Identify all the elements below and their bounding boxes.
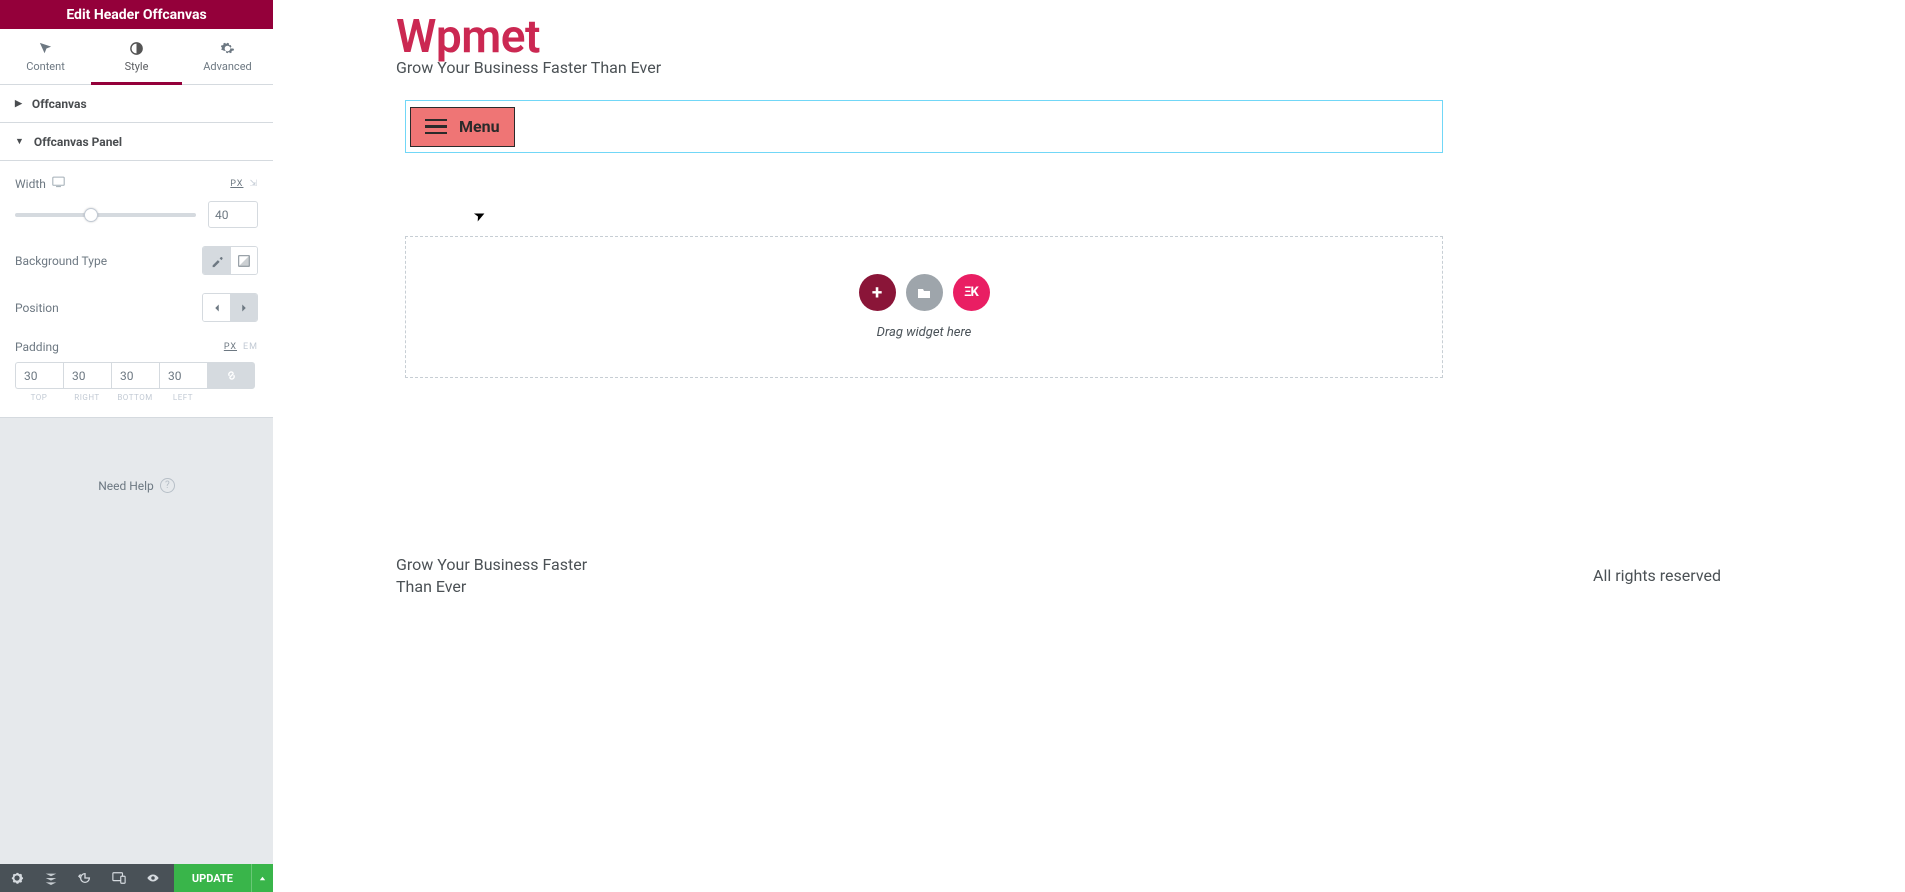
panel-title: Edit Header Offcanvas	[8, 7, 265, 23]
width-unit-px[interactable]: PX	[230, 179, 243, 189]
width-control: Width PX ⇲	[15, 176, 258, 191]
position-left[interactable]	[203, 294, 230, 321]
width-slider[interactable]	[15, 213, 196, 217]
padding-sub-labels: TOP RIGHT BOTTOM LEFT	[15, 393, 258, 402]
section-offcanvas[interactable]: ▶ Offcanvas	[0, 85, 273, 123]
editor-panel: Edit Header Offcanvas Content Style Adva…	[0, 0, 273, 892]
need-help-label: Need Help	[98, 479, 154, 493]
site-tagline: Grow Your Business Faster Than Ever	[396, 58, 661, 77]
tab-style[interactable]: Style	[91, 29, 182, 84]
add-section-button[interactable]: +	[859, 274, 896, 311]
padding-left-input[interactable]	[159, 362, 207, 389]
footer-preview-icon[interactable]	[136, 864, 170, 892]
add-template-button[interactable]	[906, 274, 943, 311]
tab-advanced-label: Advanced	[203, 60, 251, 73]
tab-content[interactable]: Content	[0, 29, 91, 84]
tab-content-label: Content	[26, 60, 65, 73]
section-offcanvas-panel[interactable]: ▼ Offcanvas Panel	[0, 123, 273, 161]
offcanvas-menu-widget[interactable]: Menu	[410, 107, 515, 147]
footer-navigator-icon[interactable]	[34, 864, 68, 892]
padding-lbl-bottom: BOTTOM	[111, 393, 159, 402]
section-offcanvas-panel-body: Width PX ⇲ Background Type	[0, 161, 273, 418]
footer-history-icon[interactable]	[68, 864, 102, 892]
hamburger-icon	[425, 119, 447, 135]
width-unit-reset-icon[interactable]: ⇲	[249, 179, 258, 189]
footer-rights: All rights reserved	[1593, 566, 1721, 585]
drop-zone-hint: Drag widget here	[877, 325, 972, 340]
padding-lbl-left: LEFT	[159, 393, 207, 402]
section-offcanvas-label: Offcanvas	[32, 97, 87, 111]
padding-top-input[interactable]	[15, 362, 63, 389]
padding-unit-em[interactable]: EM	[243, 342, 258, 352]
position-label: Position	[15, 301, 59, 315]
padding-right-input[interactable]	[63, 362, 111, 389]
drop-zone-buttons: + ΞK	[859, 274, 990, 311]
selected-section[interactable]: Menu	[405, 100, 1443, 153]
panel-footer: UPDATE	[0, 864, 273, 892]
bgtype-classic[interactable]	[203, 247, 230, 274]
padding-lbl-top: TOP	[15, 393, 63, 402]
panel-tabs: Content Style Advanced	[0, 29, 273, 85]
menu-widget-label: Menu	[459, 117, 500, 136]
padding-unit-px[interactable]: PX	[224, 342, 237, 352]
empty-drop-zone[interactable]: + ΞK Drag widget here	[405, 236, 1443, 378]
bgtype-label: Background Type	[15, 254, 107, 268]
padding-label: Padding	[15, 340, 59, 354]
need-help[interactable]: Need Help ?	[0, 478, 273, 493]
padding-link-toggle[interactable]	[207, 362, 255, 389]
footer-responsive-icon[interactable]	[102, 864, 136, 892]
position-right[interactable]	[230, 294, 257, 321]
width-value-input[interactable]	[208, 201, 258, 228]
bgtype-gradient[interactable]	[230, 247, 257, 274]
elementskit-button[interactable]: ΞK	[953, 274, 990, 311]
help-icon: ?	[160, 478, 175, 493]
width-slider-thumb[interactable]	[84, 208, 98, 222]
width-label: Width	[15, 177, 46, 191]
footer-tagline: Grow Your Business Faster Than Ever	[396, 554, 606, 599]
update-dropdown[interactable]	[251, 864, 273, 892]
footer-settings-icon[interactable]	[0, 864, 34, 892]
tab-style-label: Style	[125, 60, 149, 73]
bgtype-toggle	[202, 246, 258, 275]
site-title: Wpmet	[396, 10, 540, 64]
caret-right-icon: ▶	[15, 99, 22, 109]
caret-down-icon: ▼	[15, 136, 24, 147]
section-offcanvas-panel-label: Offcanvas Panel	[34, 135, 122, 149]
padding-lbl-right: RIGHT	[63, 393, 111, 402]
panel-header: Edit Header Offcanvas	[0, 0, 273, 29]
padding-inputs	[15, 362, 258, 389]
preview-canvas: Wpmet Grow Your Business Faster Than Eve…	[273, 0, 1905, 892]
responsive-icon[interactable]	[52, 176, 65, 191]
cursor-arrow-icon: ➤	[471, 206, 488, 225]
tab-advanced[interactable]: Advanced	[182, 29, 273, 84]
padding-bottom-input[interactable]	[111, 362, 159, 389]
update-button[interactable]: UPDATE	[174, 864, 251, 892]
position-toggle	[202, 293, 258, 322]
